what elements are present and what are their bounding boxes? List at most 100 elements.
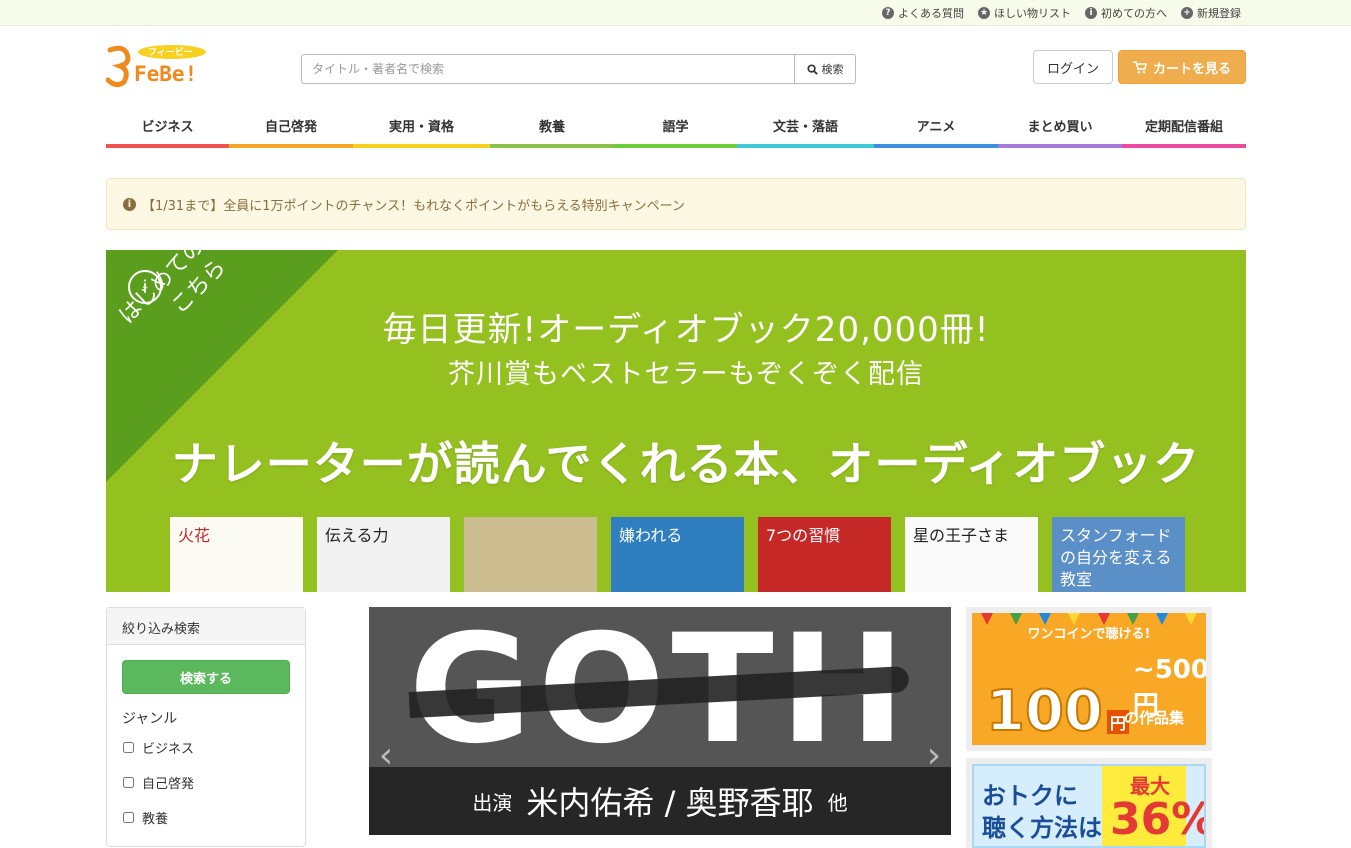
chevron-left-icon: ‹: [378, 734, 394, 776]
nav-language[interactable]: 語学: [614, 110, 737, 148]
cast-suffix: 他: [827, 790, 848, 815]
book-cover[interactable]: 7つの習慣: [758, 517, 891, 592]
hero-banner[interactable]: i はじめての方はこちら 毎日更新!オーディオブック20,000冊! 芥川賞もベ…: [106, 250, 1246, 592]
wishlist-link[interactable]: ★ ほしい物リスト: [978, 5, 1071, 21]
beginners-link-label: 初めての方へ: [1101, 7, 1167, 20]
star-icon: ★: [978, 7, 990, 19]
genre-checkbox[interactable]: [123, 812, 134, 823]
genre-nav: ビジネス 自己啓発 実用・資格 教養 語学 文芸・落語 アニメ まとめ買い 定期…: [106, 110, 1246, 148]
book-title: 星の王子さま: [913, 526, 1010, 545]
nav-label: 自己啓発: [264, 120, 317, 135]
search-input[interactable]: [301, 54, 794, 84]
wishlist-link-label: ほしい物リスト: [994, 7, 1071, 20]
carousel-caption: 出演 米内佑希 / 奥野香耶 他: [369, 767, 951, 835]
book-cover[interactable]: 伝える力: [317, 517, 450, 592]
book-title: 火花: [178, 526, 211, 545]
genre-option-label: 自己啓発: [142, 777, 195, 792]
nav-label: まとめ買い: [1027, 120, 1093, 135]
nav-practical[interactable]: 実用・資格: [353, 110, 490, 148]
book-cover[interactable]: スタンフォードの自分を変える教室: [1052, 517, 1185, 592]
cart-icon: [1132, 60, 1147, 73]
info-icon: i: [123, 197, 136, 211]
book-cover[interactable]: 嫌われる: [611, 517, 744, 592]
nav-self-help[interactable]: 自己啓発: [229, 110, 353, 148]
genre-option-label: 教養: [142, 812, 169, 827]
hero-headline-2: 芥川賞もベストセラーもぞくぞく配信: [448, 359, 924, 390]
discount-badge: 最大 36%: [1102, 766, 1204, 846]
nav-label: アニメ: [916, 120, 956, 135]
login-button[interactable]: ログイン: [1033, 50, 1113, 84]
search-button-label: 検索: [821, 63, 844, 76]
nav-anime[interactable]: アニメ: [874, 110, 998, 148]
discount-badge-big: 36%: [1110, 794, 1206, 845]
nav-label: 実用・資格: [388, 120, 454, 135]
book-cover[interactable]: 星の王子さま: [905, 517, 1038, 592]
view-cart-label: カートを見る: [1152, 61, 1231, 77]
book-title: スタンフォードの自分を変える教室: [1060, 526, 1172, 589]
top-utility-bar: ? よくある質問 ★ ほしい物リスト i 初めての方へ + 新規登録: [0, 0, 1351, 26]
one-coin-ad-sub: の作品集: [1124, 709, 1185, 727]
cast-prefix: 出演: [472, 790, 513, 815]
genre-option-liberal-arts[interactable]: 教養: [123, 808, 168, 827]
febe-logo[interactable]: フィービー FeBe!: [105, 44, 216, 88]
search-icon: [806, 63, 818, 75]
logo-text: FeBe!: [134, 62, 198, 86]
book-title: 伝える力: [325, 526, 389, 545]
nav-regular-programs[interactable]: 定期配信番組: [1122, 110, 1246, 148]
nav-label: 定期配信番組: [1144, 120, 1223, 135]
discount-ad-line1: おトクに: [982, 782, 1078, 810]
book-title: 嫌われる: [619, 526, 683, 545]
book-cover[interactable]: 火花: [170, 517, 303, 592]
top-links: ? よくある質問 ★ ほしい物リスト i 初めての方へ + 新規登録: [882, 5, 1241, 21]
genre-option-self-help[interactable]: 自己啓発: [123, 773, 194, 792]
nav-label: 教養: [538, 120, 565, 135]
discount-ad-text: おトクに 聴く方法は: [982, 780, 1102, 844]
view-cart-button[interactable]: カートを見る: [1118, 50, 1246, 84]
question-icon: ?: [882, 7, 894, 19]
filter-sidebar: 絞り込み検索 検索する ジャンル ビジネス 自己啓発 教養: [106, 607, 306, 847]
filter-search-button[interactable]: 検索する: [122, 660, 290, 694]
filter-search-label: 検索する: [179, 670, 232, 686]
genre-option-label: ビジネス: [142, 742, 195, 757]
hero-headline-3: ナレーターが読んでくれる本、オーディオブック: [171, 437, 1201, 491]
faq-link[interactable]: ? よくある質問: [882, 5, 964, 21]
nav-label: ビジネス: [141, 120, 194, 135]
book-title: 7つの習慣: [766, 526, 841, 545]
faq-link-label: よくある質問: [898, 7, 964, 20]
discount-ad-line2: 聴く方法は: [982, 814, 1102, 842]
one-coin-ad-top: ワンコインで聴ける!: [1027, 627, 1151, 642]
info-icon: i: [1085, 7, 1097, 19]
signup-icon: +: [1181, 7, 1193, 19]
cast-names: 米内佑希 / 奥野香耶: [526, 784, 814, 822]
hero-headline-1: 毎日更新!オーディオブック20,000冊!: [382, 310, 990, 350]
search-button[interactable]: 検索: [794, 54, 856, 84]
beginners-link[interactable]: i 初めての方へ: [1085, 5, 1167, 21]
nav-label: 語学: [662, 120, 689, 135]
genre-checkbox[interactable]: [123, 742, 134, 753]
carousel-next-button[interactable]: ›: [921, 734, 947, 776]
nav-liberal-arts[interactable]: 教養: [490, 110, 614, 148]
genre-option-business[interactable]: ビジネス: [123, 738, 194, 757]
nav-literature[interactable]: 文芸・落語: [737, 110, 874, 148]
search-bar: 検索: [301, 54, 856, 84]
signup-link[interactable]: + 新規登録: [1181, 5, 1241, 21]
nav-business[interactable]: ビジネス: [106, 110, 229, 148]
filter-title: 絞り込み検索: [107, 608, 305, 645]
notice-text: 【1/31まで】全員に1万ポイントのチャンス！もれなくポイントがもらえる特別キャ…: [142, 198, 686, 214]
carousel-prev-button[interactable]: ‹: [373, 734, 399, 776]
nav-label: 文芸・落語: [772, 120, 838, 135]
chevron-right-icon: ›: [926, 734, 942, 776]
one-coin-ad-banner: ワンコインで聴ける! 100 円 ~500円 の作品集: [972, 613, 1206, 745]
featured-carousel[interactable]: GOTH 出演 米内佑希 / 奥野香耶 他 ‹ ›: [369, 607, 951, 835]
login-button-label: ログイン: [1046, 61, 1099, 77]
logo-ruby: フィービー: [148, 48, 193, 58]
price-big: 100: [985, 679, 1104, 744]
nav-bundles[interactable]: まとめ買い: [998, 110, 1122, 148]
genre-checkbox[interactable]: [123, 777, 134, 788]
discount-ad-banner: おトクに聴く方法は 最大 36%: [972, 764, 1206, 848]
signup-link-label: 新規登録: [1197, 7, 1241, 20]
one-coin-ad[interactable]: ワンコインで聴ける! 100 円 ~500円 の作品集: [966, 607, 1212, 751]
genre-label: ジャンル: [122, 711, 178, 727]
campaign-notice[interactable]: i 【1/31まで】全員に1万ポイントのチャンス！もれなくポイントがもらえる特別…: [106, 178, 1246, 230]
book-cover[interactable]: [464, 517, 597, 592]
